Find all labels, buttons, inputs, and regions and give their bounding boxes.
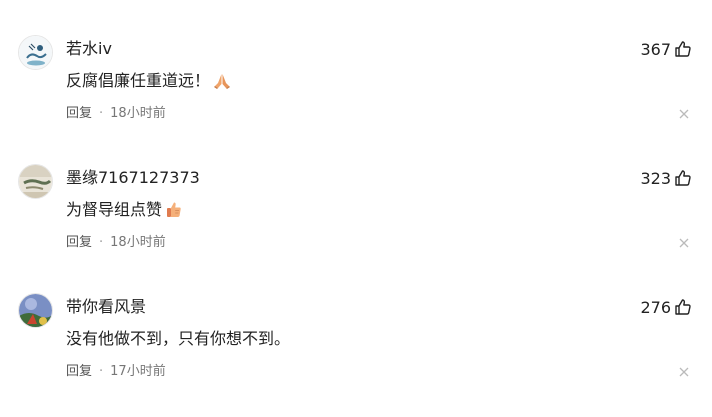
thumbs-up-emoji xyxy=(164,200,184,220)
reply-button[interactable]: 回复 xyxy=(66,105,92,123)
like-button[interactable]: 367 xyxy=(640,36,692,62)
comment-item: 若水iv 367 反腐倡廉任重道远！ 回复 · 18小时前 xyxy=(0,30,712,159)
comment-text: 没有他做不到，只有你想不到。 xyxy=(66,328,290,350)
thumb-up-outline-icon xyxy=(674,298,692,316)
meta-separator: · xyxy=(99,364,104,379)
comment-item: 带你看风景 276 没有他做不到，只有你想不到。 回复 · 17小时前 xyxy=(0,288,712,417)
like-count: 323 xyxy=(640,168,671,188)
like-count: 276 xyxy=(640,297,671,317)
comment-text: 反腐倡廉任重道远！ xyxy=(66,70,232,92)
like-button[interactable]: 276 xyxy=(640,294,692,320)
comment-item: 墨缘7167127373 323 为督导组点赞 回复 · 18小时前 xyxy=(0,159,712,288)
close-icon[interactable] xyxy=(678,366,690,378)
like-count: 367 xyxy=(640,39,671,59)
reply-button[interactable]: 回复 xyxy=(66,363,92,381)
folded-hands-emoji xyxy=(212,71,232,91)
meta-separator: · xyxy=(99,235,104,250)
meta-separator: · xyxy=(99,106,104,121)
comment-text: 为督导组点赞 xyxy=(66,199,184,221)
like-button[interactable]: 323 xyxy=(640,165,692,191)
reply-button[interactable]: 回复 xyxy=(66,234,92,252)
comment-time: 18小时前 xyxy=(110,106,166,121)
comment-body: 为督导组点赞 xyxy=(66,200,163,219)
thumb-up-outline-icon xyxy=(674,40,692,58)
comment-meta: 回复 · 18小时前 xyxy=(66,105,166,123)
comment-body: 反腐倡廉任重道远！ xyxy=(66,71,211,90)
username[interactable]: 带你看风景 xyxy=(66,296,146,318)
comment-meta: 回复 · 18小时前 xyxy=(66,234,166,252)
avatar[interactable] xyxy=(18,164,53,199)
avatar[interactable] xyxy=(18,35,53,70)
close-icon[interactable] xyxy=(678,108,690,120)
username[interactable]: 墨缘7167127373 xyxy=(66,167,200,189)
username[interactable]: 若水iv xyxy=(66,38,112,60)
avatar[interactable] xyxy=(18,293,53,328)
comment-meta: 回复 · 17小时前 xyxy=(66,363,166,381)
comment-time: 17小时前 xyxy=(110,364,166,379)
thumb-up-outline-icon xyxy=(674,169,692,187)
comment-time: 18小时前 xyxy=(110,235,166,250)
comment-body: 没有他做不到，只有你想不到。 xyxy=(66,329,291,348)
close-icon[interactable] xyxy=(678,237,690,249)
